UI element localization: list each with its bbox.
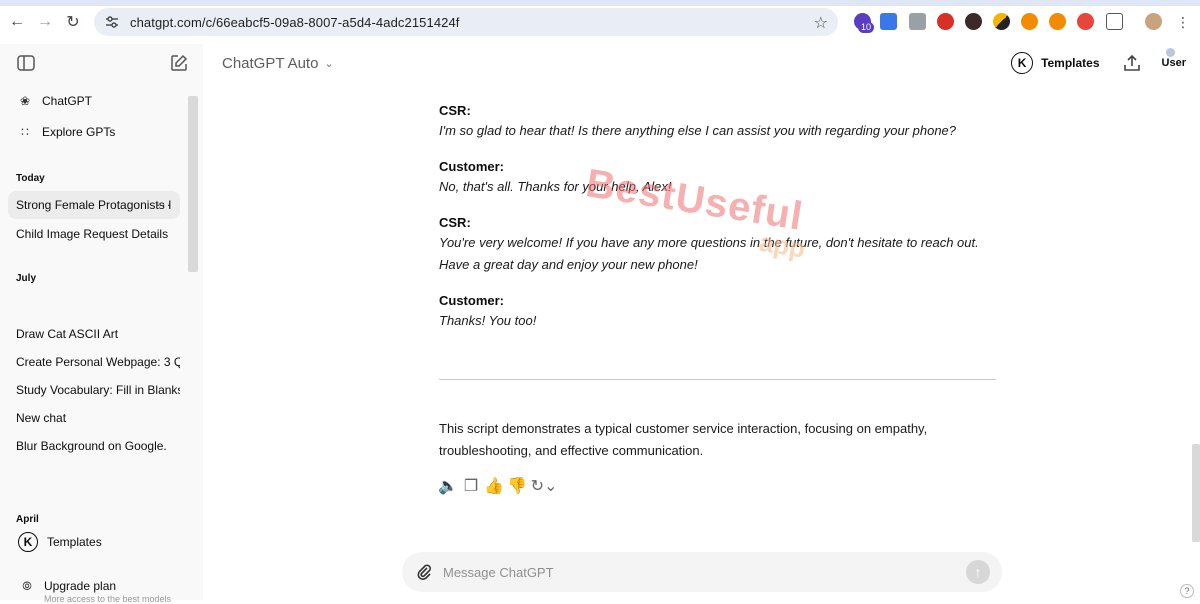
- url-text[interactable]: chatgpt.com/c/66eabcf5-09a8-8007-a5d4-4a…: [130, 15, 460, 30]
- dialogue-text: No, that's all. Thanks for your help, Al…: [439, 179, 672, 194]
- header-actions: K Templates User: [1011, 48, 1186, 74]
- dark-extension-icon[interactable]: [965, 13, 982, 30]
- message-actions: 🔈 ❐ 👍 👎 ↻⌄: [438, 477, 562, 495]
- site-info-icon[interactable]: [104, 14, 120, 30]
- model-selector[interactable]: ChatGPT Auto ⌄: [222, 55, 334, 72]
- forward-arrow-icon[interactable]: →: [34, 11, 56, 33]
- divider: [439, 379, 996, 380]
- profile-avatar-icon[interactable]: [1145, 13, 1162, 30]
- speaker-label: CSR:: [439, 103, 471, 118]
- openai-icon: ❀: [19, 94, 31, 108]
- model-name: ChatGPT Auto: [222, 55, 319, 72]
- bookmark-star-icon[interactable]: ☆: [814, 13, 828, 33]
- tab-strip: [0, 0, 1200, 6]
- templates-k-icon: K: [18, 532, 38, 552]
- help-icon[interactable]: ?: [1180, 584, 1194, 598]
- upgrade-icon: ⦾: [22, 578, 32, 593]
- speaker-label: CSR:: [439, 215, 471, 230]
- assistant-summary: This script demonstrates a typical custo…: [439, 421, 928, 458]
- browser-toolbar: ← → ↻ chatgpt.com/c/66eabcf5-09a8-8007-a…: [0, 0, 1200, 44]
- main-scrollbar[interactable]: [1192, 444, 1200, 542]
- read-aloud-icon[interactable]: 🔈: [438, 477, 458, 495]
- main-panel: ChatGPT Auto ⌄ K Templates User CSR: I'm…: [203, 44, 1200, 600]
- section-heading-april: April: [16, 514, 39, 525]
- dialogue-turn: Customer: No, that's all. Thanks for you…: [439, 158, 999, 198]
- dialogue-text: Thanks! You too!: [439, 313, 537, 328]
- dialogue-turn: CSR: I'm so glad to hear that! Is there …: [439, 102, 999, 142]
- user-menu[interactable]: User: [1161, 48, 1186, 69]
- chat-item-label: Study Vocabulary: Fill in Blanks: [16, 383, 180, 397]
- speaker-label: Customer:: [439, 293, 505, 308]
- upgrade-plan-button[interactable]: ⦾ Upgrade plan: [18, 577, 116, 595]
- message-composer: ↑: [402, 552, 1002, 592]
- chat-item[interactable]: Child Image Request Details: [8, 220, 180, 248]
- regenerate-icon[interactable]: ↻⌄: [531, 477, 558, 495]
- templates-k-icon: K: [1011, 52, 1034, 74]
- sidebar-item-label: Templates: [47, 535, 102, 549]
- new-chat-icon[interactable]: [170, 54, 188, 72]
- chat-item[interactable]: Draw Cat ASCII Art: [8, 320, 180, 348]
- attach-paperclip-icon[interactable]: [415, 563, 433, 581]
- templates-button[interactable]: K Templates: [1011, 52, 1100, 74]
- chat-item[interactable]: Strong Female Protagonists I ···: [8, 191, 180, 219]
- chat-item-label: Child Image Request Details: [16, 227, 169, 241]
- browser-menu-icon[interactable]: ⋮: [1172, 11, 1194, 33]
- user-label: User: [1161, 57, 1186, 69]
- sidebar-scrollbar[interactable]: [188, 96, 198, 272]
- conversation: CSR: I'm so glad to hear that! Is there …: [439, 102, 999, 348]
- puzzle-extensions-icon[interactable]: [1106, 13, 1123, 30]
- message-input[interactable]: [443, 564, 943, 580]
- send-arrow-icon[interactable]: ↑: [966, 560, 990, 584]
- dialogue-text: I'm so glad to hear that! Is there anyth…: [439, 123, 957, 138]
- more-options-icon[interactable]: ···: [156, 197, 172, 212]
- sidebar-templates-button[interactable]: K Templates: [18, 532, 102, 552]
- chat-item[interactable]: Blur Background on Google.: [8, 432, 180, 460]
- chat-item[interactable]: Study Vocabulary: Fill in Blanks: [8, 376, 180, 404]
- grid-icon: ∷: [21, 125, 29, 139]
- thumbs-down-icon[interactable]: 👎: [507, 477, 527, 495]
- templates-label: Templates: [1041, 56, 1100, 70]
- share-icon[interactable]: [1122, 53, 1142, 73]
- extension-badge: 10: [858, 22, 875, 33]
- orange-extension-2-icon[interactable]: [1049, 13, 1066, 30]
- speaker-label: Customer:: [439, 159, 505, 174]
- upgrade-plan-label: Upgrade plan: [44, 579, 117, 593]
- split-extension-icon[interactable]: [993, 13, 1010, 30]
- dialogue-turn: Customer: Thanks! You too!: [439, 292, 999, 332]
- chat-item-label: Draw Cat ASCII Art: [16, 327, 119, 341]
- section-heading-july: July: [16, 273, 37, 284]
- sidebar-item-label: Explore GPTs: [42, 125, 116, 139]
- sidebar-item-chatgpt[interactable]: ❀ ChatGPT: [16, 92, 92, 110]
- dialogue-turn: CSR: You're very welcome! If you have an…: [439, 214, 999, 276]
- sidebar: ❀ ChatGPT ∷ Explore GPTs Today Strong Fe…: [0, 44, 203, 604]
- chat-item[interactable]: Create Personal Webpage: 3 Que: [8, 348, 180, 376]
- user-avatar: [1165, 48, 1175, 57]
- translate-extension-icon[interactable]: [880, 13, 897, 30]
- red-extension-icon[interactable]: [937, 13, 954, 30]
- chevron-down-icon: ⌄: [324, 58, 334, 70]
- thumbs-up-icon[interactable]: 👍: [484, 477, 504, 495]
- back-arrow-icon[interactable]: ←: [6, 11, 28, 33]
- reload-icon[interactable]: ↻: [62, 11, 84, 33]
- copy-icon[interactable]: ❐: [462, 477, 480, 495]
- dialogue-text: You're very welcome! If you have any mor…: [439, 235, 979, 272]
- chat-item-label: New chat: [16, 411, 67, 425]
- sidebar-item-label: ChatGPT: [42, 94, 93, 108]
- toggle-sidebar-icon[interactable]: [17, 55, 35, 71]
- chat-item-label: Strong Female Protagonists I: [16, 198, 172, 212]
- shield-extension-icon[interactable]: [1077, 13, 1094, 30]
- chat-item[interactable]: New chat: [8, 404, 180, 432]
- orange-extension-icon[interactable]: [1021, 13, 1038, 30]
- sidebar-item-explore-gpts[interactable]: ∷ Explore GPTs: [16, 123, 115, 141]
- upgrade-plan-subtitle: More access to the best models: [44, 594, 172, 604]
- camera-extension-icon[interactable]: [909, 13, 926, 30]
- chat-item-label: Create Personal Webpage: 3 Que: [16, 355, 180, 369]
- address-bar[interactable]: chatgpt.com/c/66eabcf5-09a8-8007-a5d4-4a…: [94, 8, 838, 36]
- section-heading-today: Today: [16, 173, 45, 184]
- chat-item-label: Blur Background on Google.: [16, 439, 167, 453]
